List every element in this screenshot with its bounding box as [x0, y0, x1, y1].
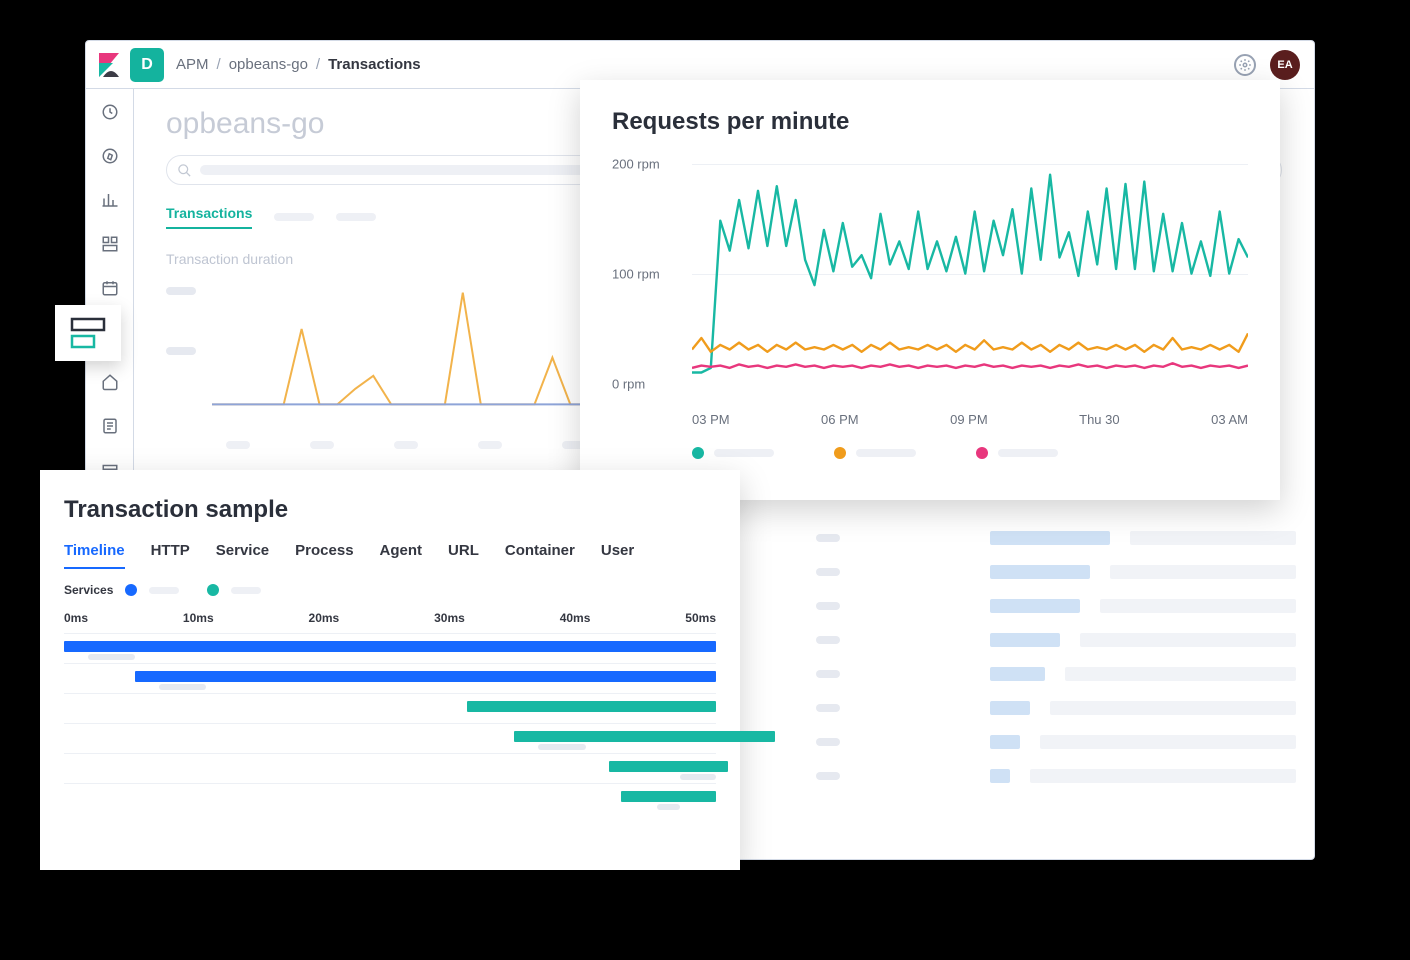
rpm-ytick: 0 rpm — [612, 377, 645, 392]
rpm-xtick: 03 PM — [692, 412, 730, 427]
legend-item[interactable] — [692, 447, 774, 459]
legend-dot-icon — [125, 584, 137, 596]
tab-url[interactable]: URL — [448, 542, 479, 569]
rpm-xaxis: 03 PM 06 PM 09 PM Thu 30 03 AM — [692, 412, 1248, 427]
legend-item[interactable] — [834, 447, 916, 459]
ts-title: Transaction sample — [64, 496, 716, 524]
span-bar[interactable] — [609, 761, 728, 772]
rpm-xtick: 03 AM — [1211, 412, 1248, 427]
scale-tick: 50ms — [685, 611, 716, 625]
app-badge[interactable]: D — [130, 48, 164, 82]
breadcrumb-current: Transactions — [328, 56, 421, 73]
tab-http[interactable]: HTTP — [151, 542, 190, 569]
timeline-rows — [64, 633, 716, 813]
breadcrumb-apm[interactable]: APM — [176, 56, 209, 73]
timeline-row[interactable] — [64, 753, 716, 783]
help-icon[interactable] — [1234, 54, 1256, 76]
scale-tick: 0ms — [64, 611, 88, 625]
tab-agent[interactable]: Agent — [380, 542, 423, 569]
rpm-xtick: Thu 30 — [1079, 412, 1119, 427]
home-icon[interactable] — [99, 371, 121, 393]
rpm-legend — [692, 447, 1248, 459]
timeline-row[interactable] — [64, 633, 716, 663]
tab-user[interactable]: User — [601, 542, 634, 569]
discover-icon[interactable] — [99, 145, 121, 167]
tab-placeholder[interactable] — [336, 213, 376, 221]
breadcrumb-sep: / — [316, 56, 320, 73]
ts-time-scale: 0ms 10ms 20ms 30ms 40ms 50ms — [64, 611, 716, 625]
rpm-title: Requests per minute — [612, 108, 1248, 136]
breadcrumbs: APM / opbeans-go / Transactions — [176, 56, 421, 73]
rpm-ytick: 200 rpm — [612, 157, 660, 172]
rpm-chart: 200 rpm 100 rpm 0 rpm — [612, 154, 1248, 404]
background-table — [816, 531, 1296, 783]
apm-nav-highlighted-icon[interactable] — [55, 305, 121, 361]
recent-icon[interactable] — [99, 101, 121, 123]
rpm-ytick: 100 rpm — [612, 267, 660, 282]
rpm-xtick: 06 PM — [821, 412, 859, 427]
transaction-sample-card: Transaction sample Timeline HTTP Service… — [40, 470, 740, 870]
span-bar[interactable] — [135, 671, 716, 682]
tab-process[interactable]: Process — [295, 542, 353, 569]
tab-placeholder[interactable] — [274, 213, 314, 221]
timeline-row[interactable] — [64, 693, 716, 723]
scale-tick: 10ms — [183, 611, 214, 625]
user-avatar[interactable]: EA — [1270, 50, 1300, 80]
legend-dot-icon — [976, 447, 988, 459]
timeline-row[interactable] — [64, 663, 716, 693]
scale-tick: 30ms — [434, 611, 465, 625]
breadcrumb-service[interactable]: opbeans-go — [229, 56, 308, 73]
ts-services-legend: Services — [64, 583, 716, 597]
span-bar[interactable] — [64, 641, 716, 652]
scale-tick: 40ms — [560, 611, 591, 625]
services-label: Services — [64, 583, 113, 597]
legend-dot-icon — [834, 447, 846, 459]
span-bar[interactable] — [467, 701, 716, 712]
scale-tick: 20ms — [309, 611, 340, 625]
timeline-row[interactable] — [64, 783, 716, 813]
calendar-icon[interactable] — [99, 277, 121, 299]
breadcrumb-sep: / — [217, 56, 221, 73]
tab-timeline[interactable]: Timeline — [64, 542, 125, 569]
span-bar[interactable] — [514, 731, 775, 742]
requests-per-minute-card: Requests per minute 200 rpm 100 rpm 0 rp… — [580, 80, 1280, 500]
kibana-logo-icon[interactable] — [94, 50, 124, 80]
legend-dot-icon — [207, 584, 219, 596]
tab-container[interactable]: Container — [505, 542, 575, 569]
timeline-row[interactable] — [64, 723, 716, 753]
span-bar[interactable] — [621, 791, 716, 802]
rpm-xtick: 09 PM — [950, 412, 988, 427]
visualize-icon[interactable] — [99, 189, 121, 211]
tab-service[interactable]: Service — [216, 542, 269, 569]
legend-item[interactable] — [976, 447, 1058, 459]
legend-dot-icon — [692, 447, 704, 459]
ts-tabs: Timeline HTTP Service Process Agent URL … — [64, 542, 716, 569]
dashboard-icon[interactable] — [99, 233, 121, 255]
logs-icon[interactable] — [99, 415, 121, 437]
search-icon — [177, 163, 192, 178]
tab-transactions[interactable]: Transactions — [166, 205, 252, 229]
